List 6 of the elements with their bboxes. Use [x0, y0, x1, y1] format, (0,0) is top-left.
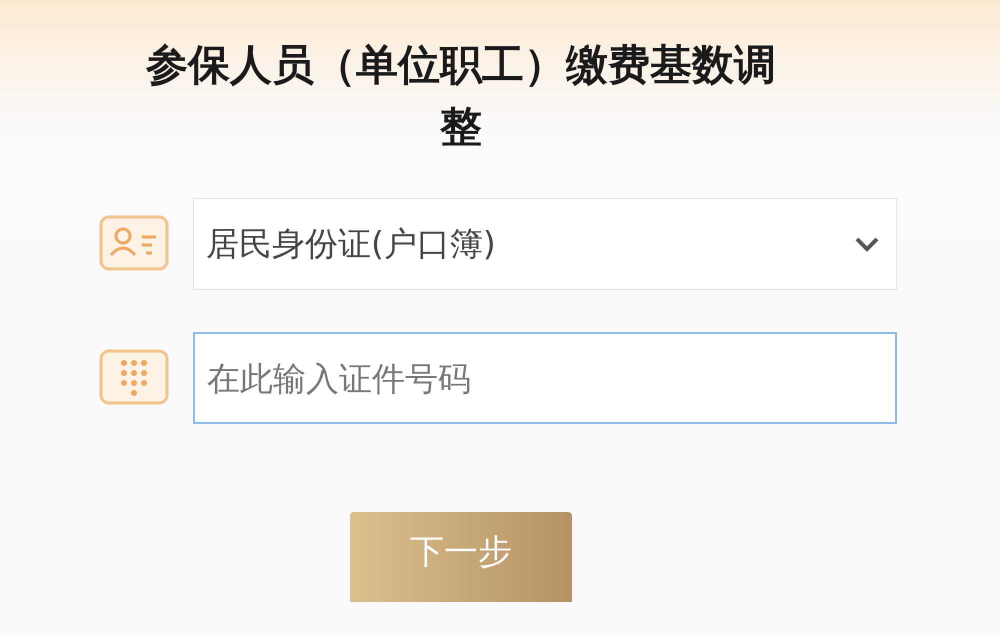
id-type-select[interactable]: 居民身份证(户口簿) — [193, 198, 897, 290]
page-title: 参保人员（单位职工）缴费基数调整 — [144, 39, 777, 153]
keypad-icon — [99, 349, 169, 407]
id-number-field[interactable]: 在此输入证件号码 — [193, 332, 897, 424]
id-card-icon — [99, 215, 169, 273]
chevron-down-icon — [854, 235, 880, 253]
